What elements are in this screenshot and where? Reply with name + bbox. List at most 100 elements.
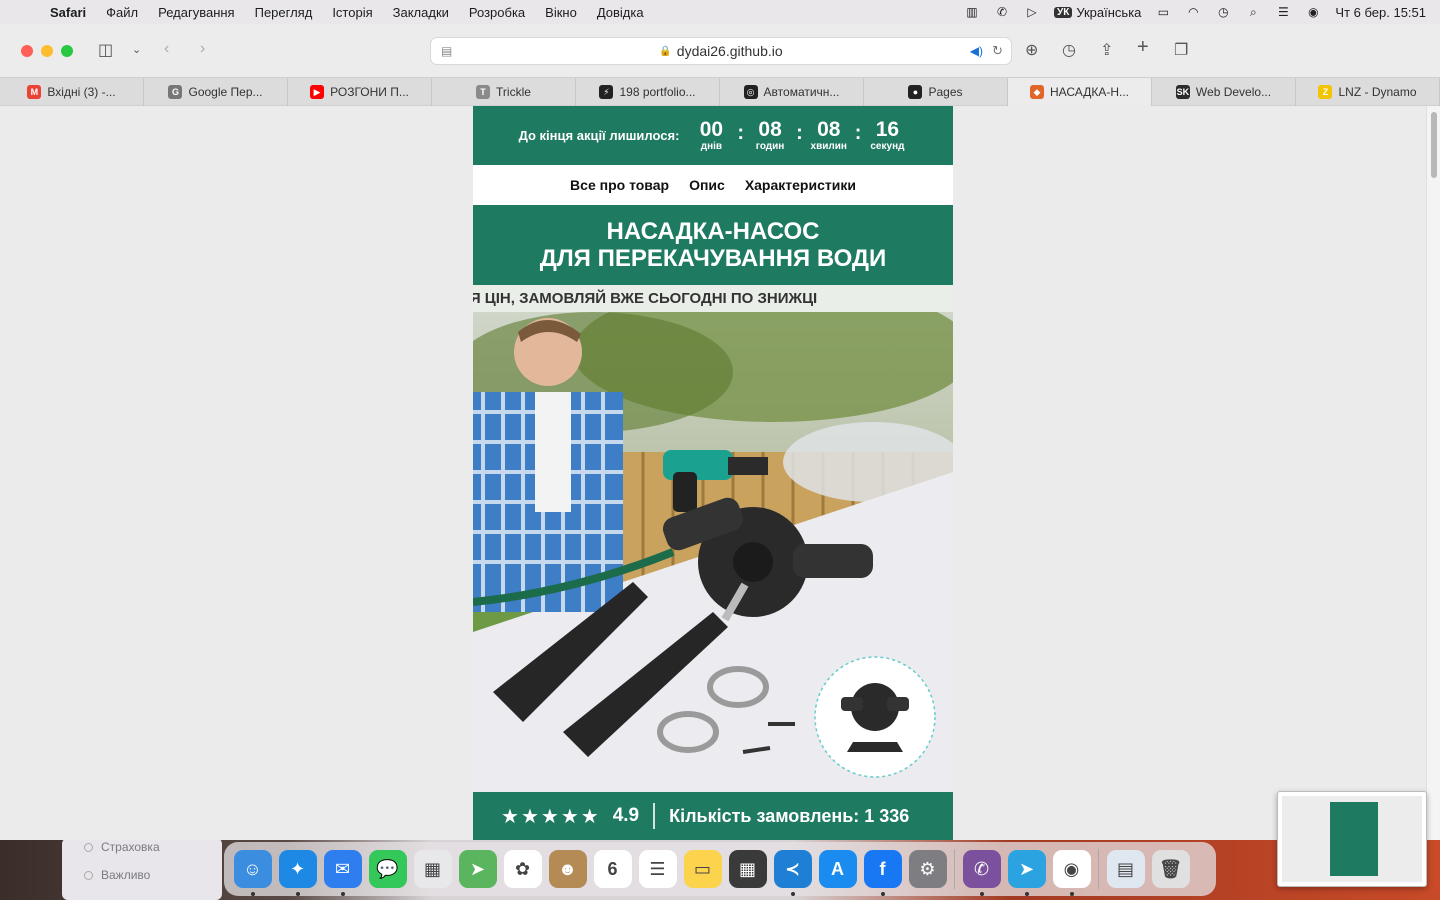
browser-tab[interactable]: SK Web Develo...: [1152, 78, 1296, 106]
days-label: днів: [700, 141, 723, 152]
browser-tab[interactable]: ▶ РОЗГОНИ П...: [288, 78, 432, 106]
play-icon[interactable]: ▷: [1024, 5, 1040, 19]
viber-status-icon[interactable]: ✆: [994, 5, 1010, 19]
dock: ☺ ✦ ✉ 💬 ▦ ➤ ✿ ☻ 6 ☰ ▭ ▦ ≺ Af ⚙ ✆ ➤ ◉ ▤ 🗑: [224, 842, 1216, 896]
new-tab-button[interactable]: +: [1137, 36, 1149, 59]
dock-app-viber[interactable]: ✆: [959, 847, 1004, 896]
stats-icon[interactable]: ▥: [964, 5, 980, 19]
minimize-window-button[interactable]: [41, 44, 53, 57]
dock-app-finder[interactable]: ☺: [230, 847, 275, 896]
chrome-icon: ◉: [1052, 850, 1091, 888]
browser-tab[interactable]: ◆ НАСАДКА-Н...: [1008, 78, 1152, 106]
desktop-note-item[interactable]: Страховка: [84, 840, 160, 854]
dock-app-downloads-folder[interactable]: ▤: [1103, 847, 1148, 892]
downloads-icon[interactable]: ⊕: [1025, 40, 1038, 60]
dock-app-calendar[interactable]: 6: [590, 847, 635, 892]
star-icon: ★: [540, 805, 559, 828]
running-indicator: [790, 891, 795, 896]
dock-app-messages[interactable]: 💬: [365, 847, 410, 892]
browser-tab[interactable]: ⚡ 198 portfolio...: [576, 78, 720, 106]
app-menu[interactable]: Safari: [40, 5, 96, 20]
maps-icon: ➤: [458, 850, 497, 888]
input-source[interactable]: УК Українська: [1053, 5, 1141, 20]
calculator-icon: ▦: [728, 850, 767, 888]
menubar-clock[interactable]: Чт 6 бер. 15:51: [1335, 5, 1426, 20]
browser-tab[interactable]: Z LNZ - Dynamo: [1296, 78, 1440, 106]
dock-app-photos[interactable]: ✿: [500, 847, 545, 892]
menu-file[interactable]: Файл: [96, 5, 148, 20]
dock-app-maps[interactable]: ➤: [455, 847, 500, 892]
lnz-icon: Z: [1318, 85, 1333, 99]
browser-tab[interactable]: M Вхідні (3) -...: [0, 78, 144, 106]
rating-stars: ★ ★ ★ ★ ★: [501, 804, 599, 829]
scrollbar-thumb[interactable]: [1431, 112, 1437, 178]
thumbnail-preview: [1282, 796, 1422, 882]
history-icon[interactable]: ◷: [1062, 40, 1076, 60]
siri-icon[interactable]: ◉: [1305, 5, 1321, 19]
browser-tab[interactable]: ◎ Автоматичн...: [720, 78, 864, 106]
dock-app-contacts[interactable]: ☻: [545, 847, 590, 892]
time-machine-icon[interactable]: ◷: [1215, 5, 1231, 19]
dock-app-trash[interactable]: 🗑: [1148, 847, 1193, 892]
back-button[interactable]: ‹: [164, 40, 169, 58]
running-indicator: [250, 891, 255, 896]
forward-button[interactable]: ›: [200, 40, 205, 58]
hours-label: годин: [755, 141, 785, 152]
browser-tab[interactable]: ● Pages: [864, 78, 1008, 106]
nav-link-about[interactable]: Все про товар: [570, 177, 669, 193]
dock-app-notes[interactable]: ▭: [680, 847, 725, 892]
chevron-down-icon[interactable]: ⌄: [132, 43, 141, 56]
nav-link-specs[interactable]: Характеристики: [745, 177, 856, 193]
desktop-note-item[interactable]: Важливо: [84, 868, 150, 882]
menu-window[interactable]: Вікно: [535, 5, 587, 20]
url-text: dydai26.github.io: [676, 43, 783, 59]
dock-app-calculator[interactable]: ▦: [725, 847, 770, 892]
menu-develop[interactable]: Розробка: [459, 5, 535, 20]
page-menu-icon[interactable]: ▤: [441, 44, 452, 58]
screenshot-thumbnail[interactable]: [1277, 791, 1427, 887]
tab-label: Автоматичн...: [763, 85, 840, 99]
browser-tab[interactable]: T Trickle: [432, 78, 576, 106]
menu-view[interactable]: Перегляд: [245, 5, 323, 20]
zoom-window-button[interactable]: [61, 44, 73, 57]
vertical-scrollbar[interactable]: [1426, 106, 1440, 840]
system-settings-icon: ⚙: [908, 850, 947, 888]
menu-bar: Safari Файл Редагування Перегляд Історія…: [0, 0, 1440, 24]
dock-app-facebook[interactable]: f: [860, 847, 905, 896]
days-value: 00: [699, 118, 724, 141]
menu-help[interactable]: Довідка: [587, 5, 654, 20]
sidebar-toggle-icon[interactable]: ◫: [98, 40, 113, 60]
menu-history[interactable]: Історія: [322, 5, 382, 20]
nav-link-description[interactable]: Опис: [689, 177, 725, 193]
product-illustration: [473, 312, 953, 792]
spotlight-search-icon[interactable]: ⌕: [1245, 5, 1261, 19]
browser-tab[interactable]: G Google Пер...: [144, 78, 288, 106]
share-icon[interactable]: ⇪: [1100, 40, 1113, 60]
menu-edit[interactable]: Редагування: [148, 5, 245, 20]
close-window-button[interactable]: [21, 44, 33, 57]
tab-label: 198 portfolio...: [619, 85, 696, 99]
address-bar[interactable]: ▤ 🔒 dydai26.github.io ◀) ↻: [430, 37, 1012, 65]
dock-app-reminders[interactable]: ☰: [635, 847, 680, 892]
bolt-icon: ⚡: [599, 85, 614, 99]
tab-label: Trickle: [496, 85, 531, 99]
dock-app-safari[interactable]: ✦: [275, 847, 320, 896]
dock-app-app-store[interactable]: A: [815, 847, 860, 892]
dock-app-chrome[interactable]: ◉: [1049, 847, 1094, 896]
dock-app-system-settings[interactable]: ⚙: [905, 847, 950, 892]
dock-app-vscode[interactable]: ≺: [770, 847, 815, 896]
reload-icon[interactable]: ↻: [992, 43, 1003, 59]
control-center-icon[interactable]: ☰: [1275, 5, 1291, 19]
seconds-value: 16: [875, 118, 900, 141]
audio-playing-icon[interactable]: ◀): [970, 44, 983, 58]
dock-app-telegram[interactable]: ➤: [1004, 847, 1049, 896]
battery-icon[interactable]: ▭: [1155, 5, 1171, 19]
wifi-icon[interactable]: ◠: [1185, 5, 1201, 19]
dock-app-mail[interactable]: ✉: [320, 847, 365, 896]
gmail-icon: M: [27, 85, 42, 99]
circle-icon: [84, 870, 93, 880]
menu-bookmarks[interactable]: Закладки: [383, 5, 459, 20]
landing-page: До кінця акції лишилося: 00 днів : 08 годи…: [473, 106, 953, 840]
tab-overview-icon[interactable]: ❐: [1174, 40, 1188, 60]
dock-app-launchpad[interactable]: ▦: [410, 847, 455, 892]
